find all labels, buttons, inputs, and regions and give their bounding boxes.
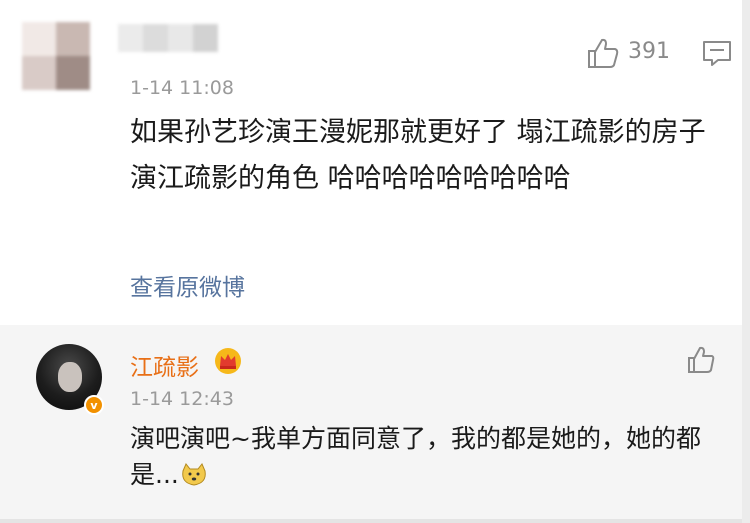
comment-text: 如果孙艺珍演王漫妮那就更好了 塌江疏影的房子 演江疏影的角色 哈哈哈哈哈哈哈哈哈 bbox=[130, 117, 706, 194]
doge-emoji-icon bbox=[182, 463, 206, 486]
reply-timestamp: 1-14 12:43 bbox=[130, 388, 234, 410]
avatar-blurred[interactable] bbox=[22, 22, 90, 90]
top-comment: 391 1-14 11:08 如果孙艺珍演王漫妮那就更好了 塌江疏影的房子 演江… bbox=[0, 0, 750, 325]
thumbs-up-icon[interactable] bbox=[686, 345, 716, 375]
reply-username[interactable]: 江疏影 bbox=[130, 348, 199, 382]
view-original-link[interactable]: 查看原微博 bbox=[130, 268, 245, 302]
reply-text-block: 演吧演吧~我单方面同意了，我的都是她的，她的都是... bbox=[130, 421, 730, 493]
thumbs-up-icon[interactable] bbox=[586, 36, 620, 70]
crown-icon[interactable] bbox=[214, 347, 242, 375]
reply-text: 演吧演吧~我单方面同意了，我的都是她的，她的都是... bbox=[130, 424, 701, 489]
verified-badge-icon: v bbox=[84, 395, 104, 415]
comment-timestamp: 1-14 11:08 bbox=[130, 77, 234, 99]
comment-icon[interactable] bbox=[702, 40, 732, 68]
reply-comment: v 江疏影 1-14 12:43 演吧演吧~我单方面同意了，我的都是她的，她的都… bbox=[0, 325, 750, 523]
like-count: 391 bbox=[628, 39, 670, 64]
divider bbox=[0, 519, 742, 523]
username-blurred[interactable] bbox=[118, 24, 218, 52]
scrollbar[interactable] bbox=[742, 0, 750, 523]
